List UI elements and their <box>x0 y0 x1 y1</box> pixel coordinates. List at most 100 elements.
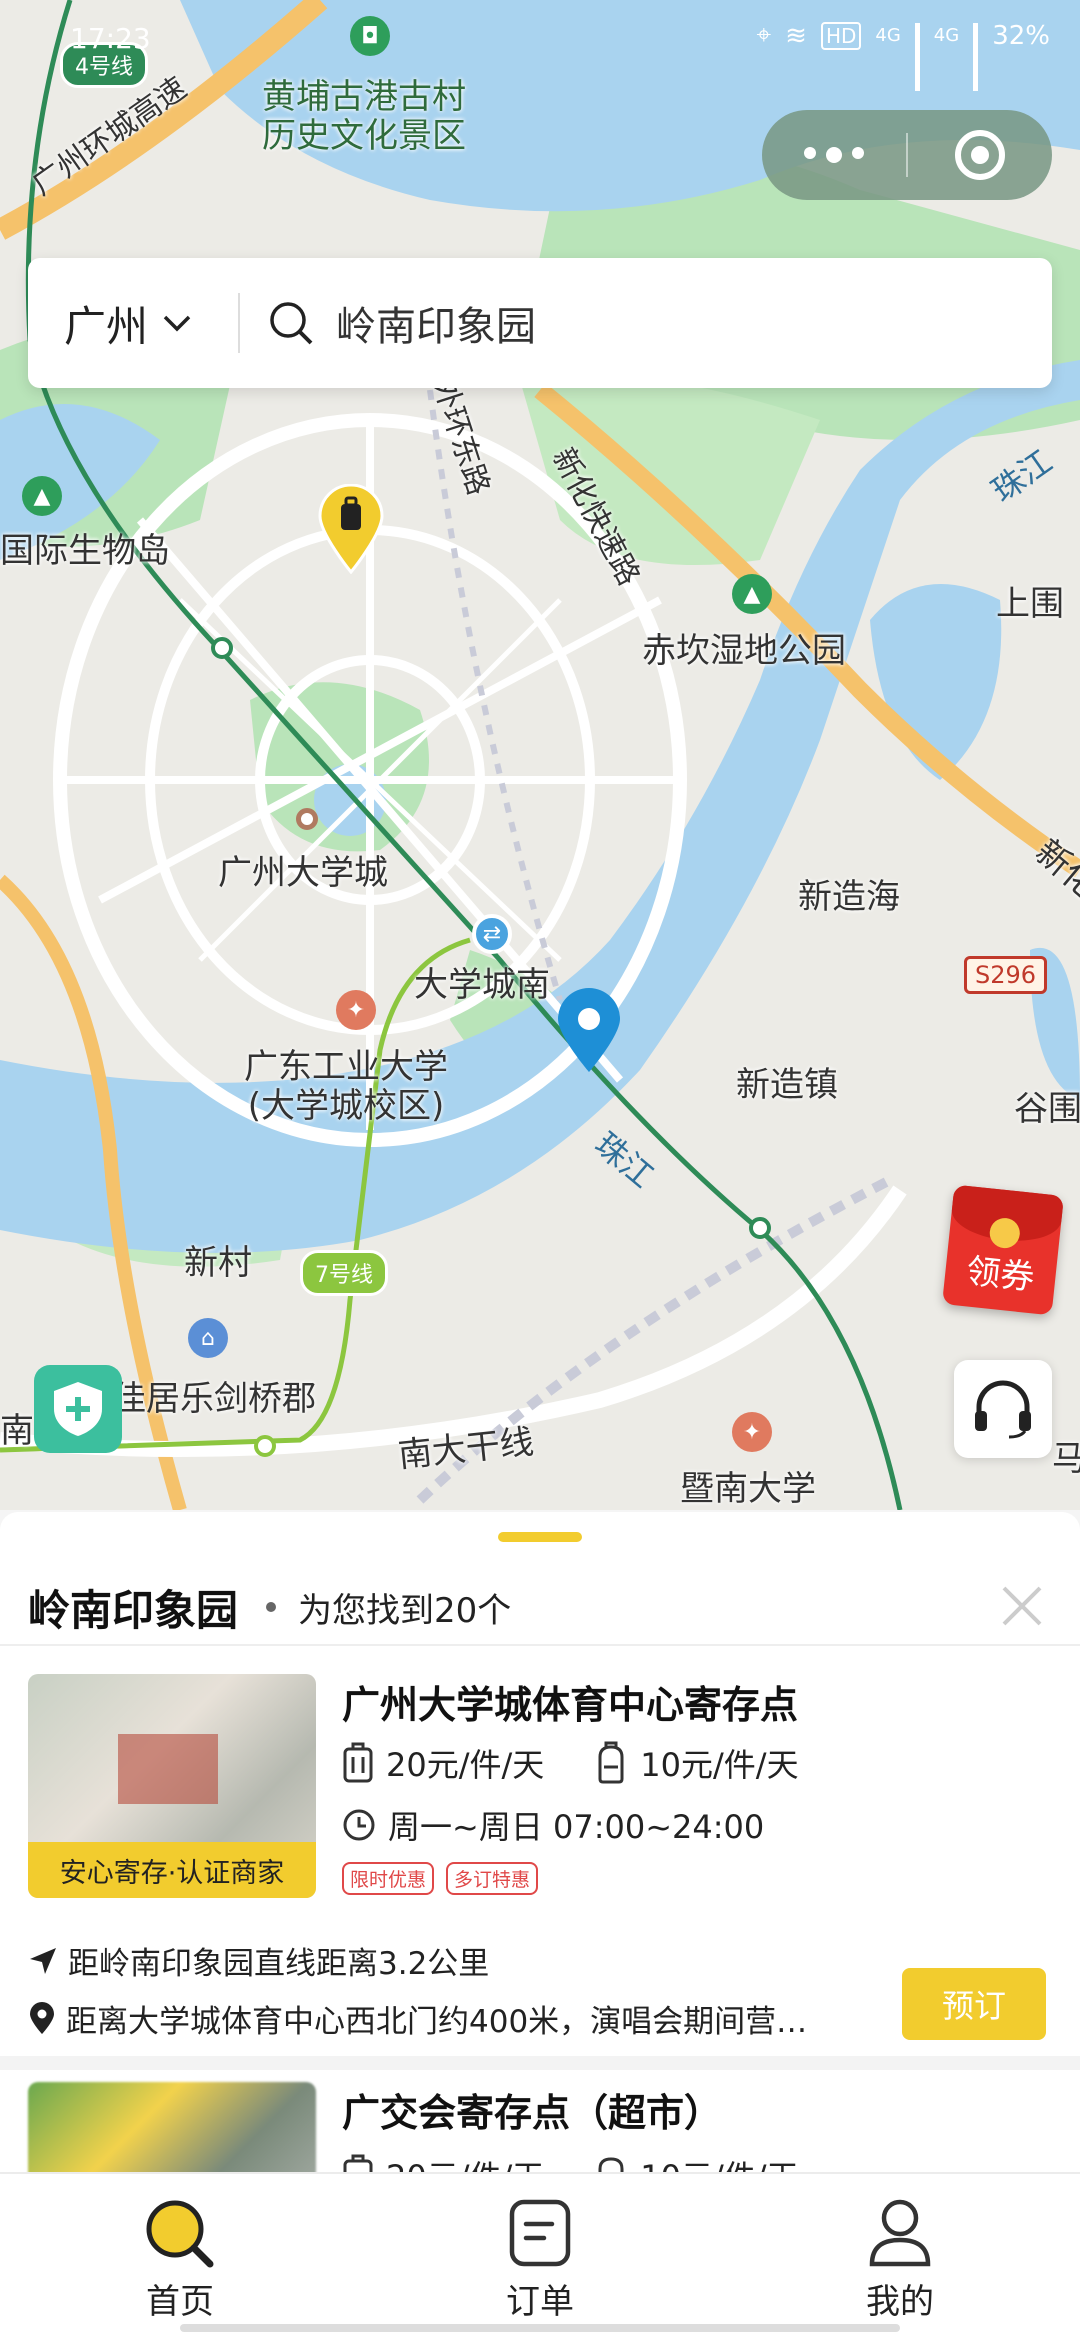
navigation-arrow-icon <box>30 1947 56 1974</box>
road-s296-badge: S296 <box>964 956 1048 994</box>
map-label-jinan: 暨南大学 <box>680 1469 816 1509</box>
map-label-jianqiao: 佳居乐剑桥郡 <box>112 1379 316 1419</box>
safety-shield-button[interactable] <box>34 1365 122 1453</box>
sheet-grabber[interactable] <box>498 1532 582 1542</box>
storage-thumbnail: 安心寄存·认证商家 <box>28 1674 316 1898</box>
price-row: 20元/件/天 10元/件/天 <box>342 1740 849 1786</box>
more-dot-icon <box>804 147 816 159</box>
storage-result-card[interactable]: 安心寄存·认证商家 广州大学城体育中心寄存点 20元/件/天 10元/件/天 周… <box>0 1674 1080 2074</box>
target-icon <box>955 130 1005 180</box>
price-small-bag: 10元/件/天 <box>640 1746 799 1784</box>
map-canvas <box>0 0 1080 1510</box>
backpack-icon <box>598 2157 624 2172</box>
more-menu-button[interactable] <box>762 147 906 163</box>
tab-home[interactable]: 首页 <box>0 2174 360 2340</box>
headset-icon <box>975 1380 1031 1439</box>
network-label-2: 4G <box>933 25 960 46</box>
map-label-biology-island: 国际生物岛 <box>0 531 170 571</box>
city-selector[interactable]: 广州 <box>28 293 238 354</box>
storage-thumbnail <box>28 2082 316 2172</box>
thumb-detail <box>118 1734 218 1804</box>
school-poi-icon: ✦ <box>336 990 376 1030</box>
certified-tag: 安心寄存·认证商家 <box>28 1842 316 1898</box>
metro-line-7-badge: 7号线 <box>300 1250 388 1296</box>
address-text: 距离大学城体育中心西北门约400米，演唱会期间营… <box>66 2004 808 2040</box>
suitcase-icon <box>343 1742 373 1783</box>
backpack-icon <box>598 1741 624 1784</box>
search-input[interactable]: 岭南印象园 <box>240 294 536 352</box>
map-label-ma-right: 马 <box>1052 1439 1080 1479</box>
metro-station-icon: ⇄ <box>472 914 512 954</box>
chevron-down-icon <box>163 315 191 332</box>
profile-icon <box>869 2199 931 2267</box>
coupon-label: 领券 <box>964 1251 1037 1299</box>
customer-service-button[interactable] <box>954 1360 1052 1458</box>
order-icon <box>509 2199 571 2267</box>
tab-orders[interactable]: 订单 <box>360 2174 720 2340</box>
book-button[interactable]: 预订 <box>902 1968 1046 2040</box>
search-bar: 广州 岭南印象园 <box>28 258 1052 388</box>
more-dot-icon <box>852 147 864 159</box>
signal-icon-1 <box>914 22 920 91</box>
shield-icon <box>54 1382 102 1436</box>
map-label-nan-left: 南 <box>0 1411 34 1451</box>
bottom-tab-bar: 首页 订单 我的 <box>0 2172 1080 2340</box>
storage-name: 广州大学城体育中心寄存点 <box>342 1683 799 1727</box>
results-sheet: 岭南印象园 为您找到20个 安心寄存·认证商家 广州大学城体育中心寄存点 20元… <box>0 1512 1080 2172</box>
storage-result-card[interactable]: 广交会寄存点（超市） 20元/件/天 10元/件/天 <box>0 2082 1080 2172</box>
distance-text: 距岭南印象园直线距离3.2公里 <box>68 1946 490 1982</box>
price-row: 20元/件/天 10元/件/天 <box>342 2152 849 2172</box>
close-icon[interactable] <box>992 1576 1052 1636</box>
map-view[interactable]: 黄埔古港古村 历史文化景区 广州环城高速 新化快速路 外环东路 珠江 上围 国际… <box>0 0 1080 1510</box>
results-header: 岭南印象园 为您找到20个 <box>28 1562 1052 1652</box>
location-status-icon: ⌖ <box>756 20 772 50</box>
map-label-guwei: 谷围 <box>1014 1089 1080 1129</box>
close-miniprogram-button[interactable] <box>908 130 1052 180</box>
map-label-gdut: 广东工业大学 (大学城校区) <box>244 1047 448 1127</box>
suitcase-icon <box>343 2154 373 2172</box>
landmark-dot-icon <box>296 808 318 830</box>
price-small-bag: 10元/件/天 <box>640 2152 798 2172</box>
park-poi-icon: ▲ <box>22 476 62 516</box>
battery-level: 32% <box>992 20 1050 51</box>
wifi-icon: ≋ <box>785 20 807 51</box>
map-label-university-city: 广州大学城 <box>218 853 388 893</box>
tab-label: 订单 <box>506 2282 574 2322</box>
status-bar: 17:23 ⌖ ≋ HD 4G 4G 32% <box>0 14 1080 91</box>
card-separator <box>0 2056 1080 2070</box>
clock-icon <box>343 1809 375 1841</box>
header-divider <box>0 1644 1080 1646</box>
distance-line: 距岭南印象园直线距离3.2公里 <box>28 1938 489 1983</box>
residence-poi-icon: ⌂ <box>188 1318 228 1358</box>
hours-text: 周一~周日 07:00~24:00 <box>388 1808 765 1846</box>
tab-label: 首页 <box>146 2282 214 2322</box>
home-indicator <box>180 2324 900 2332</box>
storage-name: 广交会寄存点（超市） <box>342 2091 723 2135</box>
school-poi-icon-jinan: ✦ <box>732 1412 772 1452</box>
network-label-1: 4G <box>875 25 901 46</box>
address-line: 距离大学城体育中心西北门约400米，演唱会期间营… <box>28 1996 807 2041</box>
map-label-chikan-park: 赤坎湿地公园 <box>642 631 846 671</box>
coupon-button[interactable]: 领券 <box>942 1184 1064 1316</box>
price-large-bag: 20元/件/天 <box>386 2152 544 2172</box>
storage-pin-icon[interactable] <box>318 484 384 574</box>
promo-badge: 多订特惠 <box>446 1862 539 1895</box>
search-icon <box>270 302 313 345</box>
map-label-xinzaohai: 新造海 <box>798 877 900 917</box>
park-poi-icon-chikan: ▲ <box>732 574 772 614</box>
map-label-xinzao-town: 新造镇 <box>736 1065 838 1105</box>
hd-icon: HD <box>820 21 862 50</box>
location-pin-icon <box>30 2001 54 2034</box>
miniprogram-capsule <box>762 110 1052 200</box>
search-icon <box>146 2200 214 2268</box>
tab-label: 我的 <box>866 2282 934 2322</box>
tab-profile[interactable]: 我的 <box>720 2174 1080 2340</box>
destination-pin-icon[interactable] <box>556 988 622 1074</box>
promo-badge: 限时优惠 <box>342 1862 435 1895</box>
map-label-xincun: 新村 <box>184 1243 252 1283</box>
map-label-shangwei: 上围 <box>996 584 1064 624</box>
map-label-huangpu: 黄埔古港古村 历史文化景区 <box>262 77 466 157</box>
price-large-bag: 20元/件/天 <box>386 1746 545 1784</box>
more-dot-icon <box>826 147 842 163</box>
status-time: 17:23 <box>70 22 151 55</box>
